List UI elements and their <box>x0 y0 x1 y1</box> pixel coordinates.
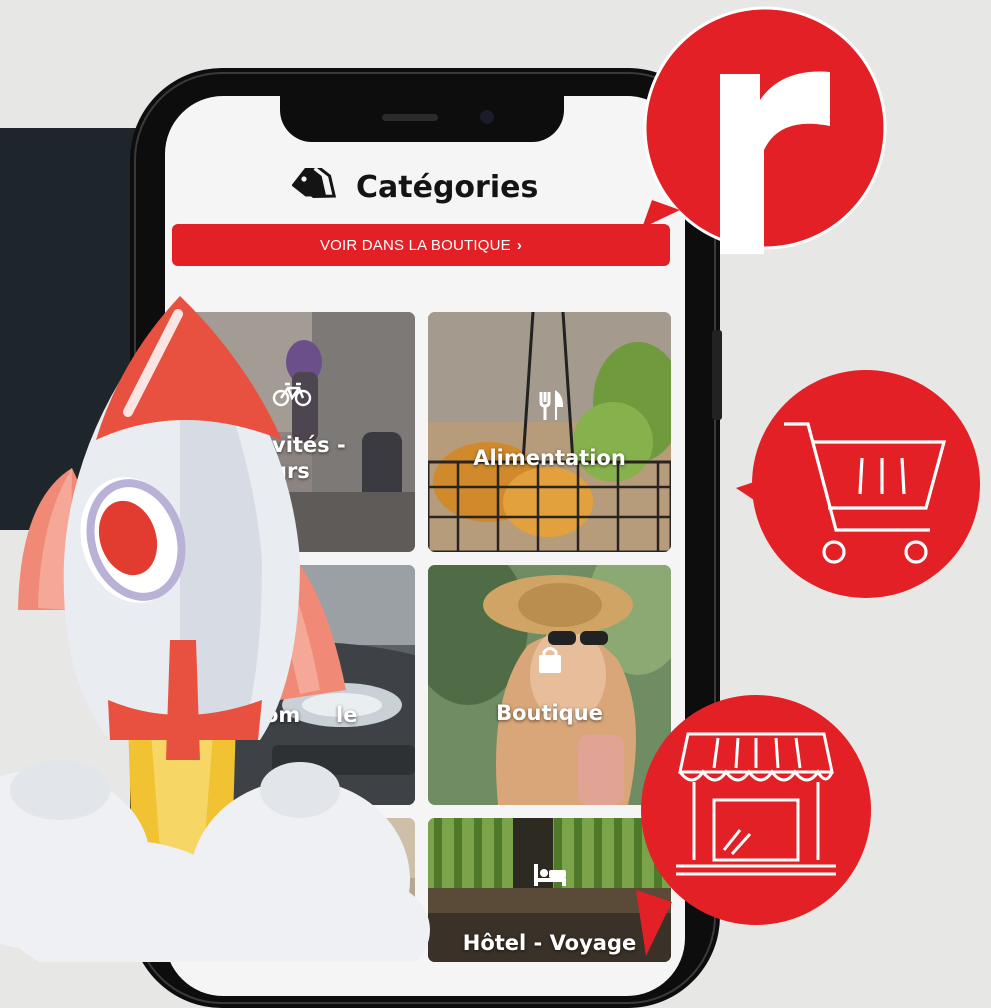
cart-badge <box>736 362 982 610</box>
category-label: Hôtel - Voyage <box>462 931 637 955</box>
category-tile-automobile[interactable]: om le <box>172 565 415 805</box>
bed-icon <box>532 862 568 892</box>
voir-boutique-label: VOIR DANS LA BOUTIQUE <box>319 236 511 254</box>
category-tile-boutique[interactable]: Boutique <box>428 565 671 805</box>
bicycle-icon <box>272 380 312 412</box>
tag-icon <box>291 162 342 206</box>
phone-speaker <box>382 114 438 121</box>
category-tile-hotel-voyage[interactable]: Hôtel - Voyage <box>428 818 671 962</box>
chevron-right-icon: › <box>516 236 523 254</box>
category-tile-alimentation[interactable]: Alimentation <box>428 312 671 552</box>
category-label-part2: le <box>336 703 358 727</box>
store-badge <box>636 690 876 966</box>
category-label-line2: urs <box>272 459 310 483</box>
category-tile-hidden[interactable] <box>172 818 415 962</box>
shopping-bag-icon <box>537 645 563 679</box>
voir-boutique-button[interactable]: VOIR DANS LA BOUTIQUE › <box>172 224 670 266</box>
page-title: Catégories <box>356 169 539 205</box>
phone-notch <box>280 84 564 142</box>
category-label: Boutique <box>496 701 603 725</box>
phone-side-button <box>712 330 722 420</box>
category-tile-activites[interactable]: vités - urs <box>172 312 415 552</box>
page-title-row: Catégories <box>291 162 539 209</box>
category-label-line1: vités - <box>272 433 346 457</box>
category-label: Alimentation <box>473 446 626 470</box>
phone-camera <box>480 110 494 124</box>
fork-knife-icon <box>536 390 564 426</box>
brand-logo-badge <box>640 4 890 260</box>
category-label-part1: om <box>264 703 301 727</box>
